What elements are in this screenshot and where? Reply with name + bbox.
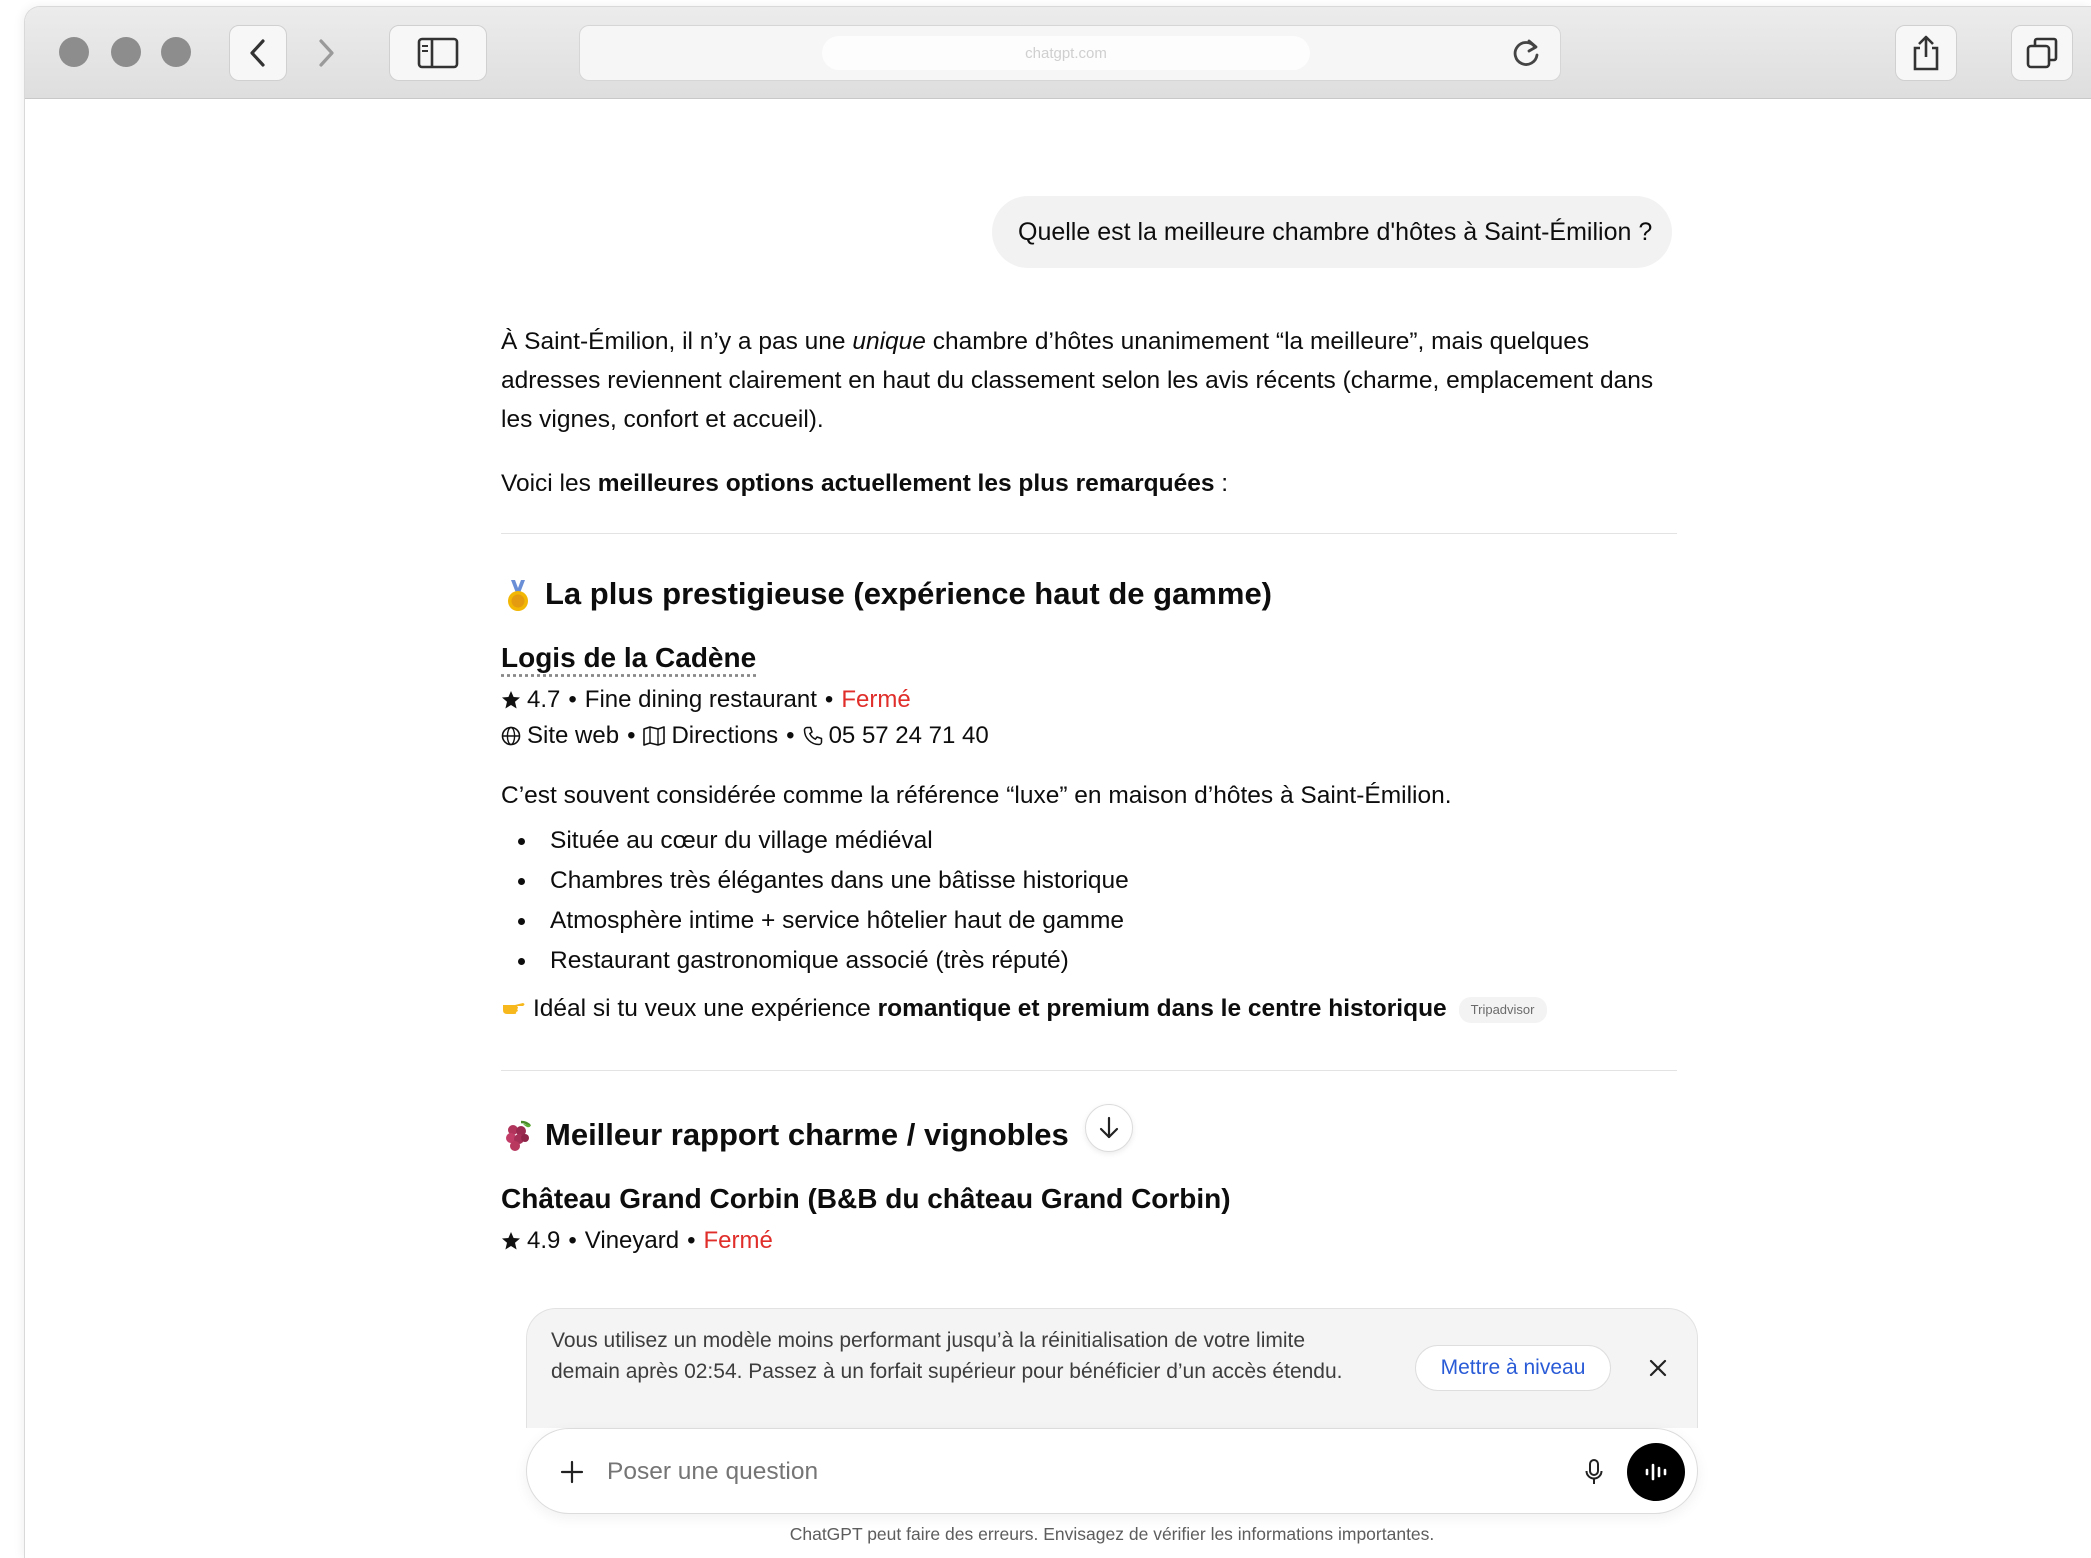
pointing-hand-icon xyxy=(501,990,527,1030)
section-heading-prestige: La plus prestigieuse (expérience haut de… xyxy=(501,572,1677,616)
sidebar-toggle-button[interactable] xyxy=(389,25,487,81)
arrow-down-icon xyxy=(1099,1116,1119,1139)
forward-button[interactable] xyxy=(297,25,355,81)
place-meta-line: 4.9 • Vineyard • Fermé xyxy=(501,1223,1677,1259)
intro-paragraph: À Saint-Émilion, il n’y a pas une unique… xyxy=(501,328,1654,433)
medal-icon xyxy=(503,579,533,611)
place-title-grand-corbin: Château Grand Corbin (B&B du château Gra… xyxy=(501,1182,1231,1214)
star-icon xyxy=(501,1231,521,1251)
status-badge: Fermé xyxy=(703,1226,773,1254)
grapes-icon xyxy=(503,1120,533,1151)
reload-button[interactable] xyxy=(1510,38,1542,75)
globe-icon xyxy=(501,726,521,746)
place-actions-line: Site web • Directions • 05 57 24 71 40 xyxy=(501,718,1677,754)
address-bar[interactable]: chatgpt.com xyxy=(579,25,1561,81)
status-badge: Fermé xyxy=(841,686,911,713)
phone-link[interactable]: 05 57 24 71 40 xyxy=(829,718,989,754)
phone-icon xyxy=(803,726,823,746)
dictate-button[interactable] xyxy=(1573,1451,1615,1493)
url-field[interactable]: chatgpt.com xyxy=(822,36,1310,70)
divider xyxy=(501,533,1677,534)
feature-list: Située au cœur du village médiéval Chamb… xyxy=(501,821,1677,981)
waveform-icon xyxy=(1645,1463,1667,1481)
limit-notice: Vous utilisez un modèle moins performant… xyxy=(526,1308,1698,1428)
share-icon xyxy=(1913,35,1939,71)
reload-icon xyxy=(1513,39,1539,66)
composer xyxy=(526,1428,1698,1514)
tabs-overview-button[interactable] xyxy=(2011,25,2073,81)
list-item: Chambres très élégantes dans une bâtisse… xyxy=(501,861,1677,901)
map-icon xyxy=(643,726,666,746)
microphone-icon xyxy=(1585,1459,1603,1484)
prompt-input[interactable] xyxy=(607,1449,1507,1495)
list-item: Située au cœur du village médiéval xyxy=(501,821,1677,861)
directions-link[interactable]: Directions xyxy=(671,718,778,754)
options-line: Voici les meilleures options actuellemen… xyxy=(501,470,1229,497)
attach-button[interactable] xyxy=(551,1451,593,1493)
plus-icon xyxy=(560,1460,584,1484)
place-link-grand-corbin[interactable]: Château Grand Corbin xyxy=(501,1183,800,1214)
disclaimer: ChatGPT peut faire des erreurs. Envisage… xyxy=(789,1524,1435,1544)
close-icon xyxy=(1649,1359,1667,1377)
back-button[interactable] xyxy=(229,25,287,81)
back-icon xyxy=(250,39,265,67)
place-description: C’est souvent considérée comme la référe… xyxy=(501,782,1452,809)
tabs-icon xyxy=(2026,37,2058,69)
sidebar-icon xyxy=(417,37,459,69)
star-icon xyxy=(501,690,521,710)
zoom-window-button[interactable] xyxy=(161,37,191,67)
ideal-line: Idéal si tu veux une expérience romantiq… xyxy=(501,989,1677,1030)
scroll-to-bottom-button[interactable] xyxy=(1085,1104,1133,1152)
limit-notice-text: Vous utilisez un modèle moins performant… xyxy=(551,1329,1343,1383)
forward-icon xyxy=(319,39,334,67)
list-item: Atmosphère intime + service hôtelier hau… xyxy=(501,901,1677,941)
list-item: Restaurant gastronomique associé (très r… xyxy=(501,941,1677,981)
user-message: Quelle est la meilleure chambre d'hôtes … xyxy=(992,196,1672,268)
browser-toolbar: chatgpt.com xyxy=(25,7,2091,99)
dismiss-notice-button[interactable] xyxy=(1637,1347,1679,1389)
voice-mode-button[interactable] xyxy=(1627,1443,1685,1501)
divider xyxy=(501,1069,1677,1071)
share-button[interactable] xyxy=(1895,25,1957,81)
source-chip-tripadvisor[interactable]: Tripadvisor xyxy=(1458,996,1547,1023)
site-web-link[interactable]: Site web xyxy=(527,718,619,754)
place-link-logis-cadene[interactable]: Logis de la Cadène xyxy=(501,638,1677,678)
close-window-button[interactable] xyxy=(59,37,89,67)
minimize-window-button[interactable] xyxy=(111,37,141,67)
place-meta-line: 4.7 • Fine dining restaurant • Fermé xyxy=(501,682,1677,718)
upgrade-button[interactable]: Mettre à niveau xyxy=(1415,1345,1611,1391)
